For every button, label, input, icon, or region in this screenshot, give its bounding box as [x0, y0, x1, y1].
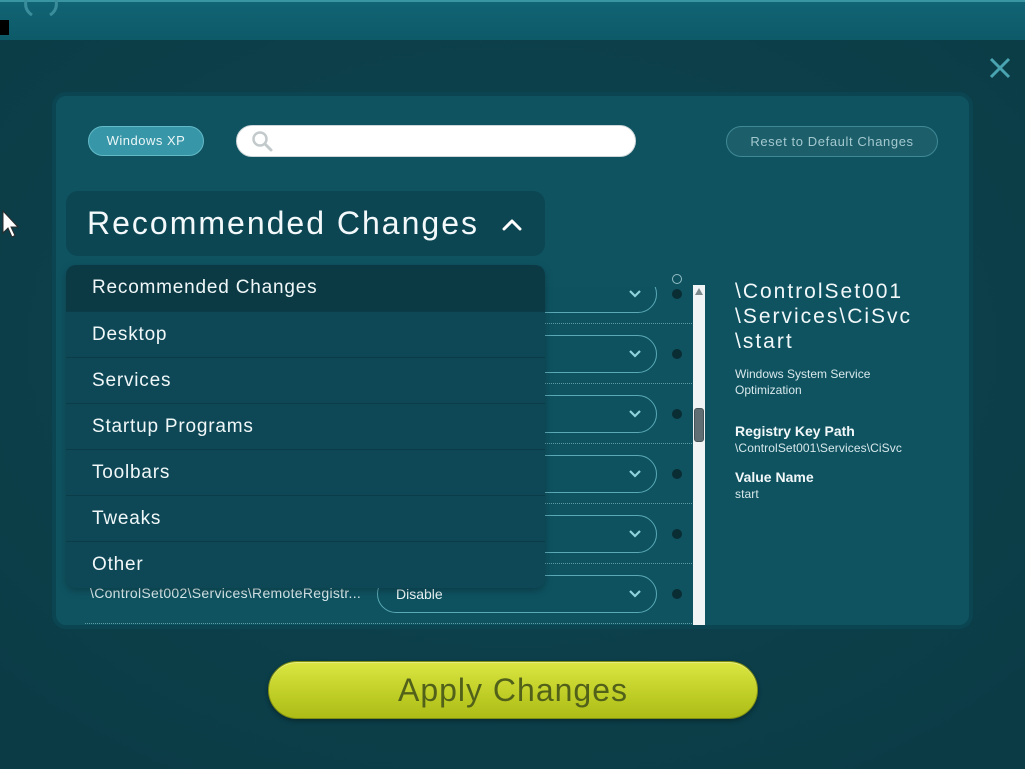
- category-dropdown-toggle[interactable]: Recommended Changes: [66, 191, 545, 256]
- dropdown-option-toolbars[interactable]: Toolbars: [66, 449, 545, 495]
- dropdown-option-services[interactable]: Services: [66, 357, 545, 403]
- close-icon[interactable]: [989, 57, 1011, 79]
- registry-key-path-label: Registry Key Path: [735, 423, 855, 439]
- changes-panel: Windows XP Reset to Default Changes Reco…: [52, 92, 973, 629]
- chevron-up-icon: [502, 219, 522, 231]
- detail-title-line: \ControlSet001: [735, 280, 904, 303]
- row-status-dot: [672, 529, 682, 539]
- chevron-down-icon: [629, 590, 641, 598]
- row-status-dot: [672, 409, 682, 419]
- search-input[interactable]: [277, 126, 627, 156]
- value-name-value: start: [735, 487, 759, 501]
- detail-description: Windows System Service Optimization: [735, 367, 871, 397]
- chevron-down-icon: [629, 410, 641, 418]
- chevron-down-icon: [629, 530, 641, 538]
- dropdown-option-tweaks[interactable]: Tweaks: [66, 495, 545, 541]
- detail-title-line: \Services\CiSvc: [735, 305, 913, 328]
- category-dropdown-menu: Recommended Changes Desktop Services Sta…: [66, 265, 545, 588]
- scroll-up-arrow-icon[interactable]: [695, 288, 703, 295]
- scrollbar-thumb[interactable]: [694, 408, 704, 442]
- row-status-dot: [672, 589, 682, 599]
- chevron-down-icon: [629, 290, 641, 298]
- value-name-label: Value Name: [735, 469, 814, 485]
- row-status-dot: [672, 469, 682, 479]
- detail-title: \ControlSet001 \Services\CiSvc \start: [735, 279, 912, 354]
- status-column-ring-icon: [672, 274, 682, 284]
- dropdown-option-recommended-changes[interactable]: Recommended Changes: [66, 265, 545, 311]
- search-field[interactable]: [236, 125, 636, 157]
- row-status-dot: [672, 349, 682, 359]
- search-icon: [252, 131, 273, 152]
- reset-to-default-button[interactable]: Reset to Default Changes: [726, 126, 938, 157]
- row-status-dot: [672, 289, 682, 299]
- chevron-down-icon: [629, 350, 641, 358]
- apply-changes-button[interactable]: Apply Changes: [268, 661, 758, 719]
- window-edge-marker: [0, 20, 9, 35]
- category-dropdown-selected: Recommended Changes: [87, 205, 479, 241]
- dropdown-option-desktop[interactable]: Desktop: [66, 311, 545, 357]
- dropdown-option-startup-programs[interactable]: Startup Programs: [66, 403, 545, 449]
- top-bar: [0, 0, 1025, 40]
- scrollbar[interactable]: [693, 285, 705, 625]
- mouse-cursor-icon: [2, 210, 20, 238]
- registry-key-path-value: \ControlSet001\Services\CiSvc: [735, 441, 902, 455]
- chevron-down-icon: [629, 470, 641, 478]
- os-selector-button[interactable]: Windows XP: [88, 126, 204, 156]
- dropdown-option-other[interactable]: Other: [66, 541, 545, 587]
- app-logo-icon: [24, 0, 58, 16]
- detail-title-line: \start: [735, 330, 794, 353]
